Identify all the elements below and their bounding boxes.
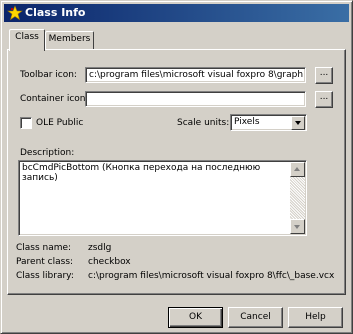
description-label: Description: — [20, 148, 75, 158]
ole-public-checkbox[interactable] — [20, 117, 32, 129]
class-name-value: zsdlg — [88, 243, 112, 253]
class-library-value: c:\program files\microsoft visual foxpro… — [88, 271, 335, 281]
scale-units-label: Scale units: — [177, 118, 230, 128]
parent-class-value: checkbox — [88, 257, 131, 267]
parent-class-label: Parent class: — [16, 257, 74, 267]
scroll-down-arrow-icon[interactable] — [290, 219, 305, 234]
container-icon-browse-button[interactable]: ... — [315, 91, 333, 108]
tab-class[interactable]: Class — [9, 29, 45, 51]
class-info-dialog: Class Info Class Members Toolbar icon: c… — [0, 0, 353, 334]
scroll-up-arrow-icon[interactable] — [290, 162, 305, 177]
container-icon-label: Container icon: — [20, 94, 89, 104]
ok-button[interactable]: OK — [168, 307, 223, 328]
help-button[interactable]: Help — [288, 307, 343, 328]
container-icon-field[interactable] — [85, 91, 306, 107]
chevron-down-icon[interactable] — [291, 116, 305, 130]
window-title: Class Info — [25, 6, 86, 19]
title-bar[interactable]: Class Info — [4, 4, 349, 22]
description-scrollbar[interactable] — [290, 162, 305, 234]
toolbar-icon-label: Toolbar icon: — [20, 70, 77, 80]
toolbar-icon-value: c:\program files\microsoft visual foxpro… — [89, 70, 303, 80]
toolbar-icon-browse-button[interactable]: ... — [315, 67, 333, 84]
tab-members[interactable]: Members — [45, 31, 94, 49]
class-name-label: Class name: — [16, 243, 72, 253]
description-textarea[interactable]: bcCmdPicBottom (Кнопка перехода на после… — [18, 160, 307, 236]
class-star-icon — [7, 5, 23, 21]
scale-units-select[interactable]: Pixels — [230, 114, 307, 131]
scale-units-value: Pixels — [234, 117, 260, 127]
class-library-label: Class library: — [16, 271, 74, 281]
toolbar-icon-field[interactable]: c:\program files\microsoft visual foxpro… — [85, 67, 306, 83]
description-value: bcCmdPicBottom (Кнопка перехода на после… — [22, 163, 261, 183]
cancel-button[interactable]: Cancel — [228, 307, 283, 328]
class-tab-panel: Toolbar icon: c:\program files\microsoft… — [7, 49, 346, 295]
ole-public-label: OLE Public — [36, 118, 84, 128]
